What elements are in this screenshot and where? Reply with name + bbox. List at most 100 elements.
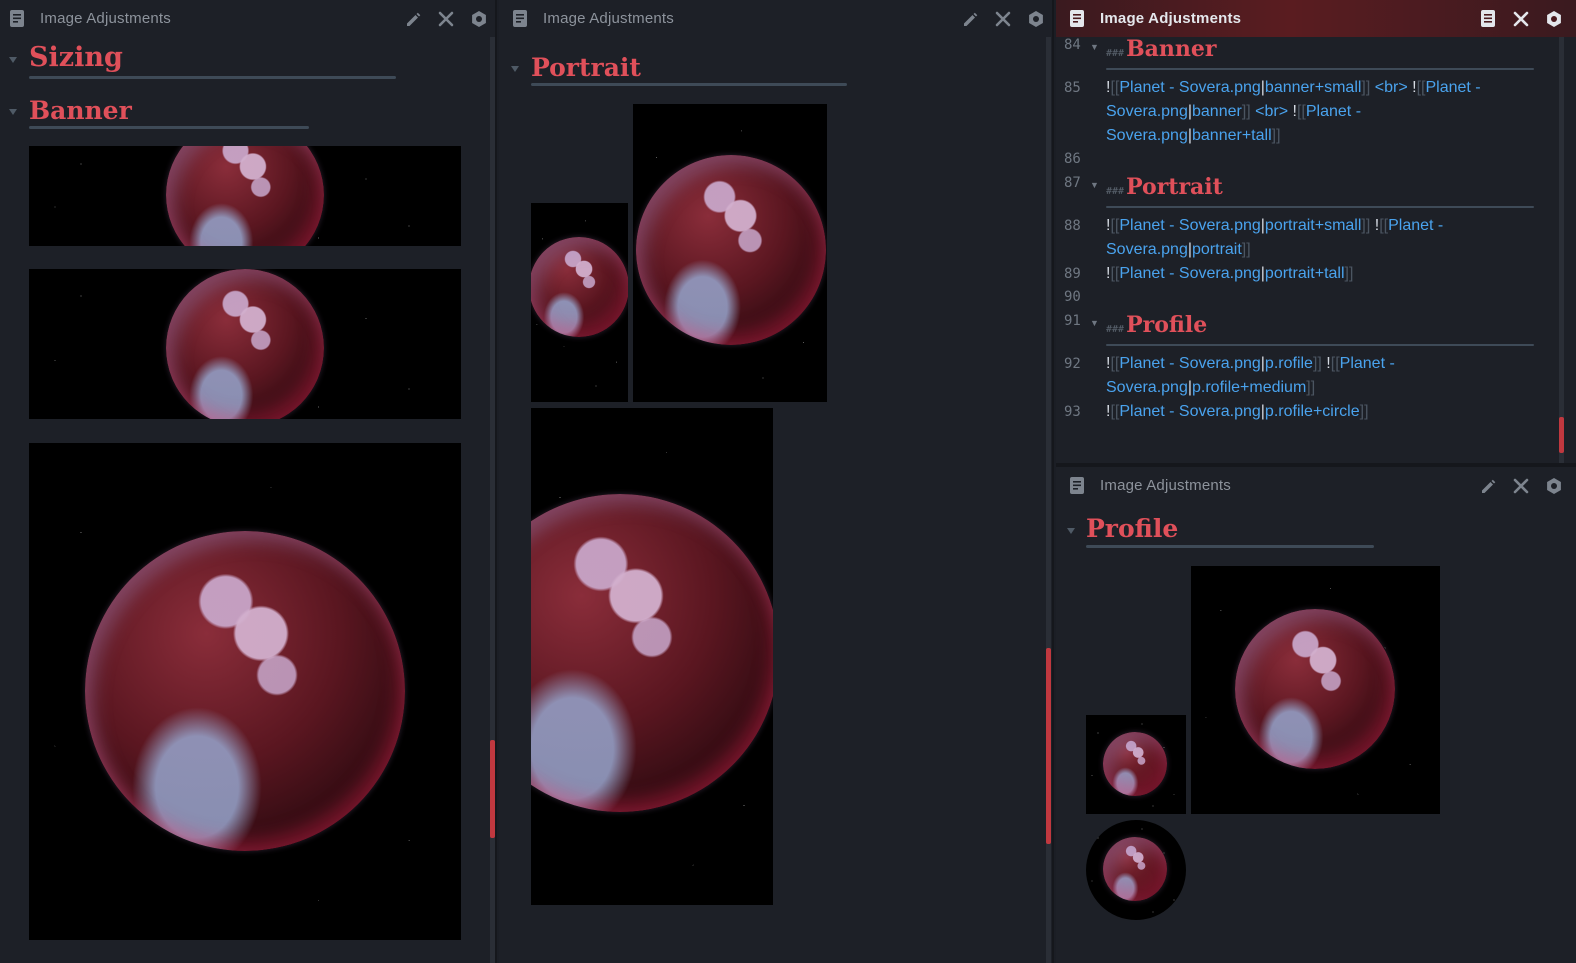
planet-image — [166, 146, 324, 246]
link-bracket: [[ — [1110, 217, 1120, 234]
line-number: 88 — [1064, 218, 1081, 234]
banner-small-image — [29, 146, 461, 246]
editor-heading-line: ###Banner — [1106, 37, 1528, 66]
close-icon[interactable] — [429, 0, 462, 37]
link-text[interactable]: portrait+tall — [1265, 265, 1345, 282]
fold-icon[interactable]: ▼ — [1090, 35, 1099, 59]
document-icon — [8, 10, 26, 28]
link-text[interactable]: p.rofile+medium — [1192, 379, 1306, 396]
close-icon[interactable] — [1504, 467, 1537, 504]
heading-marker: ### — [1106, 186, 1125, 197]
line-number: 87 — [1064, 175, 1081, 191]
link-text[interactable]: Planet - Sovera.png — [1119, 217, 1260, 234]
pencil-icon[interactable] — [396, 0, 429, 37]
line-number: 91 — [1064, 313, 1081, 329]
editor-line-content: ![[Planet - Sovera.png|p.rofile+circle]] — [1106, 400, 1528, 424]
document-icon — [1068, 477, 1086, 495]
link-text[interactable]: <br> — [1251, 103, 1293, 120]
editor-pane-titlebar[interactable]: Image Adjustments — [1056, 0, 1576, 37]
editor-line[interactable]: 84 ▼ ###Banner — [1058, 37, 1568, 67]
gear-icon[interactable] — [1019, 0, 1052, 37]
editor-heading-line: ###Portrait — [1106, 175, 1528, 204]
link-text[interactable]: Planet - Sovera.png — [1119, 355, 1260, 372]
markdown-editor[interactable]: 84 ▼ ###Banner 85 ![[Planet - Sovera.png… — [1058, 37, 1568, 463]
link-bracket: ]] — [1361, 79, 1371, 96]
left-pane-titlebar[interactable]: Image Adjustments — [0, 0, 495, 37]
editor-heading-line: ###Profile — [1106, 313, 1528, 342]
link-bracket: ]] — [1361, 217, 1371, 234]
link-text[interactable]: banner+tall — [1192, 127, 1272, 144]
editor-line[interactable]: 90 — [1058, 285, 1568, 309]
link-bracket: [[ — [1110, 79, 1120, 96]
link-bracket: ]] — [1359, 403, 1369, 420]
middle-scrollbar-thumb[interactable] — [1046, 648, 1051, 844]
fold-icon[interactable]: ▼ — [1090, 311, 1099, 335]
line-number: 92 — [1064, 356, 1081, 372]
line-number: 89 — [1064, 266, 1081, 282]
link-text[interactable]: Planet - Sovera.png — [1119, 403, 1260, 420]
editor-heading-banner: Banner — [1126, 36, 1217, 62]
link-text[interactable]: portrait+small — [1265, 217, 1361, 234]
collapse-caret-icon[interactable] — [9, 57, 17, 63]
close-icon[interactable] — [986, 0, 1019, 37]
profile-circle-image — [1086, 820, 1186, 920]
link-text[interactable]: Planet - Sovera.png — [1119, 265, 1260, 282]
link-bracket: ]] — [1344, 265, 1354, 282]
link-bracket: [[ — [1110, 355, 1120, 372]
profile-pane-titlebar[interactable]: Image Adjustments — [1056, 467, 1576, 504]
left-pane: Image Adjustments Sizing Banner — [0, 0, 495, 963]
pencil-icon[interactable] — [953, 0, 986, 37]
line-number: 93 — [1064, 404, 1081, 420]
editor-heading-portrait: Portrait — [1126, 174, 1223, 200]
heading-profile: Profile — [1086, 514, 1179, 543]
link-text[interactable]: banner+small — [1265, 79, 1362, 96]
heading-underline — [1106, 344, 1534, 346]
pane-divider[interactable] — [1052, 0, 1054, 963]
planet-image — [1103, 732, 1167, 796]
close-icon[interactable] — [1504, 0, 1537, 37]
link-text[interactable]: <br> — [1370, 79, 1412, 96]
link-text[interactable]: portrait — [1192, 241, 1242, 258]
link-text[interactable]: p.rofile+circle — [1265, 403, 1360, 420]
editor-line[interactable]: 93 ![[Planet - Sovera.png|p.rofile+circl… — [1058, 400, 1568, 424]
pane-divider[interactable] — [495, 0, 497, 963]
link-bracket: [[ — [1110, 265, 1120, 282]
collapse-caret-icon[interactable] — [1067, 528, 1075, 534]
profile-pane-title: Image Adjustments — [1100, 477, 1231, 494]
editor-line[interactable]: 88 ![[Planet - Sovera.png|portrait+small… — [1058, 214, 1568, 262]
banner-image — [29, 269, 461, 419]
editor-line[interactable]: 91 ▼ ###Profile — [1058, 309, 1568, 341]
link-text[interactable]: banner — [1192, 103, 1242, 120]
editor-line[interactable]: 86 — [1058, 147, 1568, 171]
editor-line[interactable]: 85 ![[Planet - Sovera.png|banner+small]]… — [1058, 76, 1568, 148]
pencil-icon[interactable] — [1471, 467, 1504, 504]
planet-image — [636, 155, 826, 345]
link-bracket: [[ — [1110, 403, 1120, 420]
editor-line[interactable]: 89 ![[Planet - Sovera.png|portrait+tall]… — [1058, 262, 1568, 286]
collapse-caret-icon[interactable] — [9, 109, 17, 115]
link-text[interactable]: p.rofile — [1265, 355, 1313, 372]
reading-view-icon[interactable] — [1471, 0, 1504, 37]
heading-underline — [1106, 68, 1534, 70]
banner-tall-image — [29, 443, 461, 940]
heading-sizing: Sizing — [29, 42, 123, 73]
editor-line[interactable]: 92 ![[Planet - Sovera.png|p.rofile]] ![[… — [1058, 352, 1568, 400]
fold-icon[interactable]: ▼ — [1090, 173, 1099, 197]
gear-icon[interactable] — [1537, 467, 1570, 504]
link-bracket: ]] — [1271, 127, 1281, 144]
link-bracket: ]] — [1306, 379, 1316, 396]
middle-pane-titlebar[interactable]: Image Adjustments — [499, 0, 1052, 37]
heading-underline — [1106, 206, 1534, 208]
heading-underline — [29, 76, 396, 79]
editor-line[interactable]: 87 ▼ ###Portrait — [1058, 171, 1568, 203]
editor-pane-title: Image Adjustments — [1100, 10, 1242, 27]
gear-icon[interactable] — [1537, 0, 1570, 37]
collapse-caret-icon[interactable] — [511, 66, 519, 72]
link-bracket: ]] — [1241, 241, 1251, 258]
link-bracket: ]] — [1312, 355, 1322, 372]
editor-heading-profile: Profile — [1126, 312, 1208, 338]
gear-icon[interactable] — [462, 0, 495, 37]
heading-marker: ### — [1106, 324, 1125, 335]
link-text[interactable]: Planet - Sovera.png — [1119, 79, 1260, 96]
middle-pane: Image Adjustments Portrait — [499, 0, 1052, 963]
